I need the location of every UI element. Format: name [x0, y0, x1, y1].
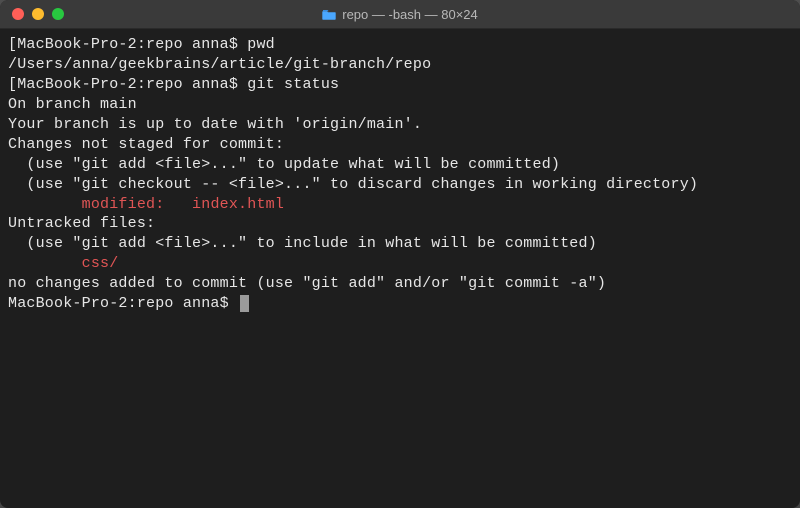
window-controls: [0, 8, 64, 20]
terminal-window: repo — -bash — 80×24 [MacBook-Pro-2:repo…: [0, 0, 800, 508]
terminal-text: Your branch is up to date with 'origin/m…: [8, 116, 422, 133]
terminal-text: [MacBook-Pro-2:repo anna$ git status: [8, 76, 339, 93]
terminal-text: On branch main: [8, 96, 137, 113]
terminal-line: css/: [8, 254, 792, 274]
terminal-line: On branch main: [8, 95, 792, 115]
terminal-line: modified: index.html: [8, 195, 792, 215]
terminal-text: MacBook-Pro-2:repo anna$: [8, 295, 238, 312]
terminal-line: (use "git add <file>..." to update what …: [8, 155, 792, 175]
window-title: repo — -bash — 80×24: [342, 7, 478, 22]
terminal-line: Untracked files:: [8, 214, 792, 234]
terminal-line: /Users/anna/geekbrains/article/git-branc…: [8, 55, 792, 75]
terminal-body[interactable]: [MacBook-Pro-2:repo anna$ pwd/Users/anna…: [0, 29, 800, 508]
terminal-text: (use "git checkout -- <file>..." to disc…: [8, 176, 698, 193]
zoom-button[interactable]: [52, 8, 64, 20]
terminal-line: Changes not staged for commit:: [8, 135, 792, 155]
terminal-text: Changes not staged for commit:: [8, 136, 284, 153]
titlebar: repo — -bash — 80×24: [0, 0, 800, 29]
terminal-text: no changes added to commit (use "git add…: [8, 275, 606, 292]
terminal-line: Your branch is up to date with 'origin/m…: [8, 115, 792, 135]
terminal-line: [MacBook-Pro-2:repo anna$ git status: [8, 75, 792, 95]
terminal-text: (use "git add <file>..." to include in w…: [8, 235, 597, 252]
terminal-text: modified: index.html: [8, 196, 284, 213]
terminal-text: /Users/anna/geekbrains/article/git-branc…: [8, 56, 431, 73]
terminal-text: Untracked files:: [8, 215, 155, 232]
terminal-text: (use "git add <file>..." to update what …: [8, 156, 560, 173]
title-center: repo — -bash — 80×24: [0, 7, 800, 22]
terminal-text: css/: [8, 255, 118, 272]
cursor: [240, 295, 249, 312]
terminal-line: no changes added to commit (use "git add…: [8, 274, 792, 294]
folder-icon: [322, 9, 336, 20]
terminal-line: [MacBook-Pro-2:repo anna$ pwd: [8, 35, 792, 55]
terminal-line: (use "git checkout -- <file>..." to disc…: [8, 175, 792, 195]
terminal-text: [MacBook-Pro-2:repo anna$ pwd: [8, 36, 275, 53]
close-button[interactable]: [12, 8, 24, 20]
terminal-line: (use "git add <file>..." to include in w…: [8, 234, 792, 254]
terminal-line: MacBook-Pro-2:repo anna$: [8, 294, 792, 314]
minimize-button[interactable]: [32, 8, 44, 20]
